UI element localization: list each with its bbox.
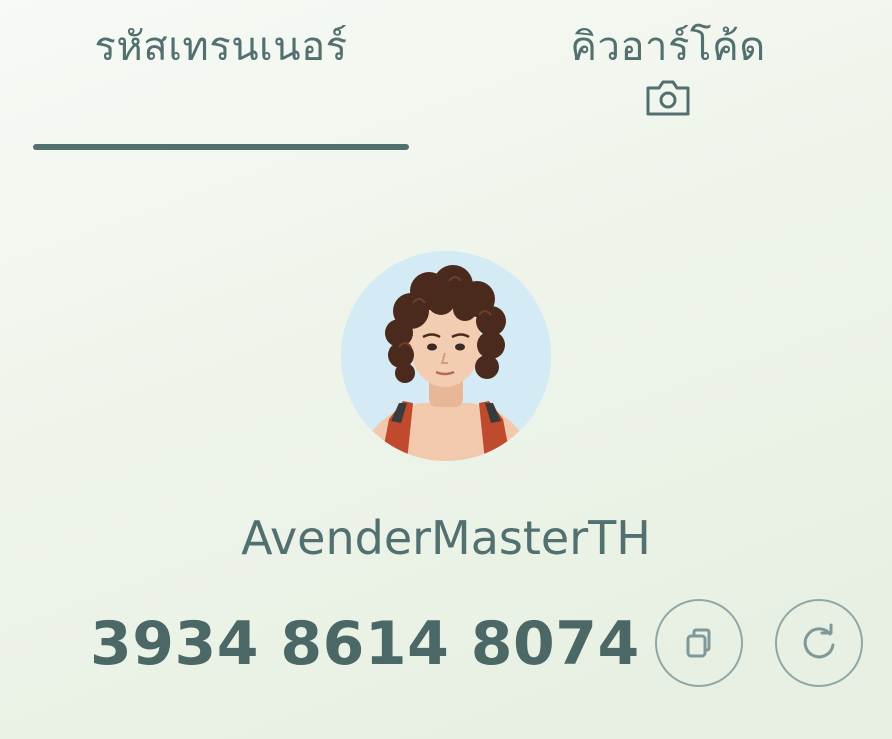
copy-icon	[686, 628, 711, 658]
copy-code-button[interactable]	[655, 599, 743, 687]
tab-qr-code[interactable]: คิวอาร์โค้ด	[480, 0, 856, 150]
tab-active-indicator	[33, 144, 409, 150]
refresh-code-button[interactable]	[775, 599, 863, 687]
trainer-avatar-image	[341, 251, 551, 461]
refresh-icon	[803, 623, 835, 659]
tab-trainer-code-label: รหัสเทรนเนอร์	[94, 24, 348, 70]
trainer-code: 3934 8614 8074	[90, 609, 640, 679]
camera-icon	[646, 80, 690, 116]
avatar	[341, 251, 551, 461]
tab-qr-code-label: คิวอาร์โค้ด	[570, 24, 766, 70]
tab-trainer-code[interactable]: รหัสเทรนเนอร์	[33, 0, 409, 150]
trainer-username: AvenderMasterTH	[241, 511, 651, 565]
